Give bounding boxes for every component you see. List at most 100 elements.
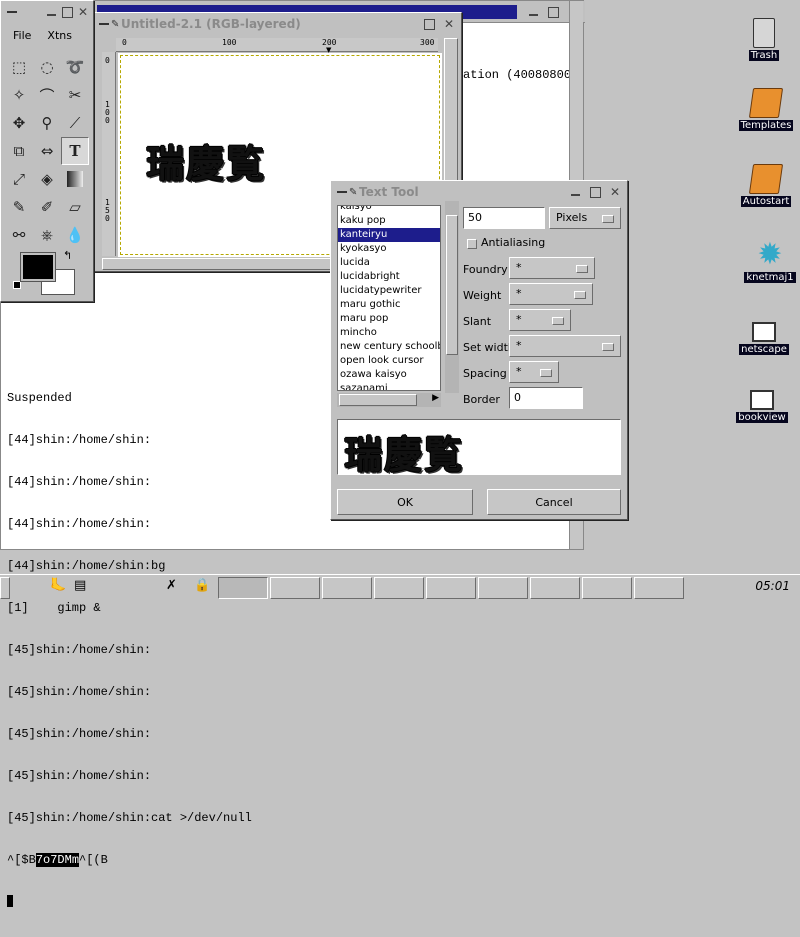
size-unit-select[interactable]: Pixels [549, 207, 621, 229]
toolbox-titlebar[interactable] [3, 3, 91, 21]
default-colors-icon[interactable] [13, 281, 21, 289]
minimize-icon[interactable] [523, 3, 543, 21]
desktop-icon-templates[interactable]: Templates [736, 88, 796, 131]
minimize-icon[interactable] [565, 183, 585, 201]
clone-icon[interactable]: ⎈ [33, 221, 61, 249]
font-list-vscrollbar[interactable] [445, 201, 459, 393]
terminal-output: Suspended [44]shin:/home/shin: [44]shin:… [7, 363, 252, 937]
terminal-line: Suspended [7, 391, 72, 405]
eraser-icon[interactable]: ▱ [61, 193, 89, 221]
menu-file[interactable]: File [5, 27, 39, 44]
magnify-icon[interactable]: ⚲ [33, 109, 61, 137]
ellipse-select-icon[interactable]: ◌ [33, 53, 61, 81]
maximize-icon[interactable] [543, 3, 563, 21]
window-menu-icon[interactable] [3, 3, 23, 21]
border-input[interactable]: 0 [509, 387, 583, 409]
cancel-button[interactable]: Cancel [487, 489, 621, 515]
antialiasing-checkbox[interactable] [467, 239, 477, 249]
taskbar-slot[interactable] [530, 577, 580, 599]
window-menu-icon[interactable]: ✎ [333, 183, 359, 201]
desktop-icon-knetmaj1[interactable]: ✹ knetmaj1 [740, 240, 800, 283]
crop-icon[interactable]: ⟋ [61, 109, 89, 137]
paintbrush-icon[interactable]: ✐ [33, 193, 61, 221]
lasso-icon[interactable]: ➰ [61, 53, 89, 81]
bezier-icon[interactable]: ⌒ [33, 81, 61, 109]
font-list-item[interactable]: new century schoolbook [338, 340, 440, 354]
text-preview-box[interactable]: 瑞慶覧 [337, 419, 621, 477]
minimize-icon[interactable] [43, 3, 59, 21]
font-list-item[interactable]: kaku pop [338, 214, 440, 228]
spacing-select[interactable]: * [509, 361, 559, 383]
font-list-item[interactable]: lucidatypewriter [338, 284, 440, 298]
window-menu-icon[interactable]: ✎ [95, 15, 121, 33]
taskbar-slot[interactable] [478, 577, 528, 599]
scissors-icon[interactable]: ✂ [61, 81, 89, 109]
taskbar-slot[interactable] [374, 577, 424, 599]
slant-select[interactable]: * [509, 309, 571, 331]
terminal-icon [750, 390, 774, 410]
font-list-item[interactable]: maru pop [338, 312, 440, 326]
menu-xtns[interactable]: Xtns [39, 27, 80, 44]
font-list-item[interactable]: kyokasyo [338, 242, 440, 256]
scroll-right-icon[interactable]: ▶ [432, 393, 439, 403]
pencil-icon[interactable]: ✎ [5, 193, 33, 221]
maximize-icon[interactable] [419, 15, 439, 33]
maximize-icon[interactable] [585, 183, 605, 201]
rect-select-icon[interactable]: ⬚ [5, 53, 33, 81]
close-icon[interactable] [605, 183, 625, 201]
blur-icon[interactable]: 💧 [61, 221, 89, 249]
terminal-launcher-icon[interactable]: ▤ [74, 578, 86, 593]
lock-icon[interactable]: 🔒 [194, 578, 210, 593]
text-tool-titlebar[interactable]: ✎ Text Tool [333, 183, 625, 201]
font-list-item[interactable]: ozawa kaisyo [338, 368, 440, 382]
airbrush-icon[interactable]: ⚯ [5, 221, 33, 249]
flip-icon[interactable]: ⇔ [33, 137, 61, 165]
font-list-item[interactable]: maru gothic [338, 298, 440, 312]
taskbar-slot[interactable] [582, 577, 632, 599]
bucket-fill-icon[interactable]: ◈ [33, 165, 61, 193]
move-icon[interactable]: ✥ [5, 109, 33, 137]
foreground-color[interactable] [20, 252, 56, 282]
font-list-item-selected[interactable]: kanteiryu [338, 228, 440, 242]
image-window-titlebar[interactable]: ✎ Untitled-2.1 (RGB-layered) [95, 15, 459, 33]
font-list[interactable]: kaisyo kaku pop kanteiryu kyokasyo lucid… [337, 205, 441, 391]
maximize-icon[interactable] [59, 3, 75, 21]
font-list-hscrollbar[interactable]: ▶ [337, 393, 441, 407]
text-tool-dialog[interactable]: ✎ Text Tool kaisyo kaku pop kanteiryu ky… [330, 180, 628, 520]
gradient-icon[interactable] [67, 171, 83, 187]
taskbar-slot[interactable] [322, 577, 372, 599]
scrollbar-thumb[interactable] [446, 215, 458, 355]
ok-button[interactable]: OK [337, 489, 473, 515]
pager-icon[interactable]: ✗ [166, 578, 177, 593]
color-selector[interactable]: ↰ [11, 249, 81, 297]
taskbar-slot[interactable] [270, 577, 320, 599]
taskbar-slot[interactable] [634, 577, 684, 599]
close-icon[interactable] [75, 3, 91, 21]
font-size-input[interactable]: 50 [463, 207, 545, 229]
foot-menu-icon[interactable]: 🦶 [50, 578, 66, 593]
text-icon[interactable]: T [61, 137, 89, 165]
set-width-select[interactable]: * [509, 335, 621, 357]
transform-icon[interactable]: ⧉ [5, 137, 33, 165]
font-list-item[interactable]: lucidabright [338, 270, 440, 284]
taskbar-slot[interactable] [218, 577, 268, 599]
foundry-select[interactable]: * [509, 257, 595, 279]
font-list-item[interactable]: kaisyo [338, 206, 440, 214]
font-list-item[interactable]: sazanami [338, 382, 440, 390]
desktop-icon-bookview[interactable]: bookview [732, 390, 792, 423]
swap-colors-icon[interactable]: ↰ [63, 249, 72, 262]
scrollbar-thumb[interactable] [339, 394, 417, 406]
desktop-icon-trash[interactable]: Trash [734, 18, 794, 61]
font-list-item[interactable]: lucida [338, 256, 440, 270]
desktop-icon-netscape[interactable]: netscape [734, 322, 794, 355]
panel-hide-button[interactable] [0, 577, 10, 599]
color-picker-icon[interactable]: ⤢ [5, 165, 33, 193]
font-list-item[interactable]: open look cursor [338, 354, 440, 368]
close-icon[interactable] [439, 15, 459, 33]
weight-select[interactable]: * [509, 283, 593, 305]
font-list-item[interactable]: mincho [338, 326, 440, 340]
taskbar-slot[interactable] [426, 577, 476, 599]
magic-wand-icon[interactable]: ✧ [5, 81, 33, 109]
toolbox-window[interactable]: File Xtns ⬚ ◌ ➰ ✧ ⌒ ✂ ✥ ⚲ ⟋ ⧉ ⇔ T ⤢ ◈ ✎ … [0, 0, 94, 302]
desktop-icon-autostart[interactable]: Autostart [736, 164, 796, 207]
